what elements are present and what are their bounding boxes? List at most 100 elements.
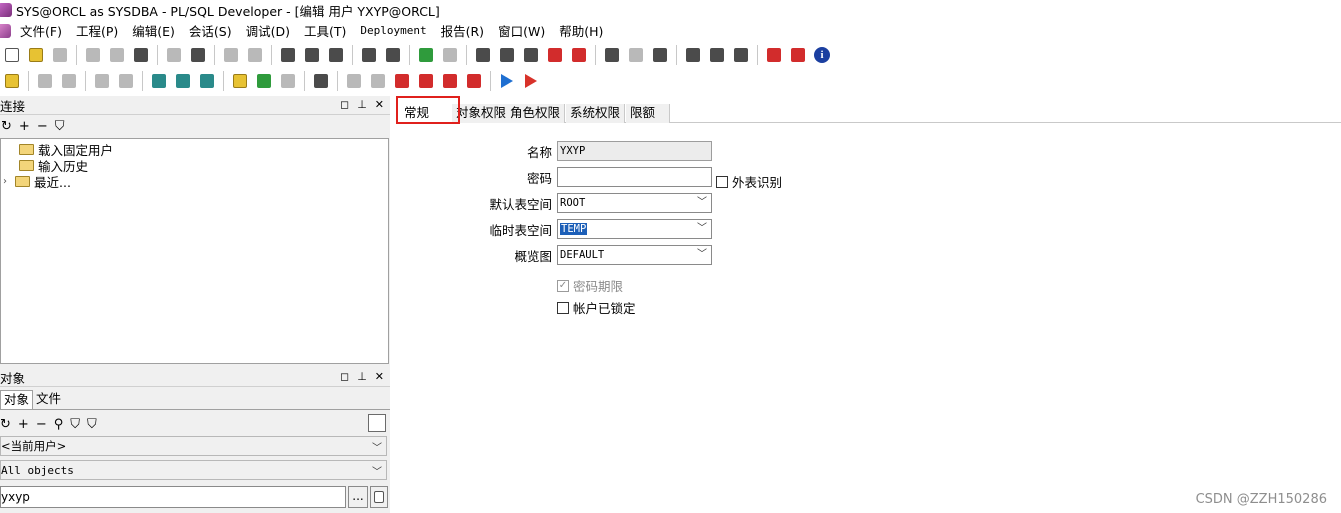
add-icon[interactable]: + (19, 119, 30, 134)
paste-icon[interactable] (325, 44, 347, 66)
tab-role-privileges[interactable]: 角色权限 (506, 104, 566, 123)
filter-edit-icon[interactable]: ⛉ (87, 417, 97, 432)
chevron-down-icon[interactable]: ﹀ (697, 194, 707, 212)
save-all-icon[interactable] (130, 44, 152, 66)
execute-icon[interactable] (58, 70, 80, 92)
wrench-icon[interactable] (310, 70, 332, 92)
replace-icon[interactable] (382, 44, 404, 66)
window-list-icon[interactable] (601, 44, 623, 66)
go-back-icon[interactable] (415, 44, 437, 66)
menu-help[interactable]: 帮助(H) (552, 21, 610, 40)
report-icon[interactable] (277, 70, 299, 92)
filter-icon[interactable]: ⛉ (55, 119, 65, 134)
bookmark-icon[interactable] (343, 70, 365, 92)
chevron-down-icon[interactable]: ﹀ (697, 246, 707, 264)
close-icon[interactable]: ✕ (375, 370, 384, 383)
menu-app-icon[interactable] (0, 23, 11, 38)
menu-debug[interactable]: 调试(D) (239, 21, 297, 40)
profile-select[interactable]: DEFAULT ﹀ (557, 245, 712, 265)
new-icon[interactable] (1, 44, 23, 66)
object-type-select[interactable]: All objects ﹀ (0, 460, 387, 480)
key-icon[interactable] (1, 70, 23, 92)
info-icon[interactable]: i (811, 44, 833, 66)
dock-icon[interactable]: ⊥ (357, 98, 367, 111)
rollback-icon[interactable] (115, 70, 137, 92)
dock-icon[interactable]: ⊥ (357, 370, 367, 383)
refresh-icon[interactable]: ↻ (1, 119, 12, 134)
menu-file[interactable]: 文件(F) (13, 21, 69, 40)
arrow-right-red-icon[interactable] (520, 70, 542, 92)
tree-item-recent[interactable]: › 最近... (3, 173, 71, 190)
chevron-down-icon[interactable]: ﹀ (697, 220, 707, 238)
db-refresh-icon[interactable] (196, 70, 218, 92)
toggle-box[interactable] (368, 414, 386, 432)
commit-icon[interactable] (91, 70, 113, 92)
find-icon[interactable]: ⚲ (54, 417, 64, 432)
menu-tools[interactable]: 工具(T) (297, 21, 353, 40)
tab-object-privileges[interactable]: 对象权限 (452, 104, 512, 123)
chevron-down-icon[interactable]: ﹀ (372, 463, 382, 478)
windows-icon[interactable] (682, 44, 704, 66)
unindent-icon[interactable] (520, 44, 542, 66)
default-tablespace-select[interactable]: ROOT ﹀ (557, 193, 712, 213)
remove-icon[interactable]: − (37, 119, 48, 134)
remove-icon[interactable]: − (36, 417, 47, 432)
menu-project[interactable]: 工程(P) (69, 21, 125, 40)
account-locked-checkbox[interactable]: 帐户已锁定 (557, 298, 636, 317)
uppercase-icon[interactable] (544, 44, 566, 66)
save-icon[interactable] (82, 44, 104, 66)
cascade-icon[interactable] (649, 44, 671, 66)
chevron-down-icon[interactable]: ﹀ (372, 439, 382, 454)
refresh-icon[interactable]: ↻ (0, 417, 11, 432)
go-forward-icon[interactable] (439, 44, 461, 66)
menu-session[interactable]: 会话(S) (182, 21, 239, 40)
comment-icon[interactable] (472, 44, 494, 66)
menu-window[interactable]: 窗口(W) (491, 21, 552, 40)
tile-icon[interactable] (625, 44, 647, 66)
cut-icon[interactable] (277, 44, 299, 66)
diamond-yellow-icon[interactable] (415, 70, 437, 92)
lowercase-icon[interactable] (568, 44, 590, 66)
expand-icon[interactable]: › (3, 176, 7, 187)
find-icon[interactable] (358, 44, 380, 66)
close-icon[interactable]: ✕ (375, 98, 384, 111)
more-button[interactable]: ... (348, 486, 368, 508)
copy-icon[interactable] (301, 44, 323, 66)
diamond-red-icon[interactable] (391, 70, 413, 92)
oracle-icon[interactable] (763, 44, 785, 66)
pdf-icon[interactable] (787, 44, 809, 66)
eraser-icon[interactable] (367, 70, 389, 92)
pin-icon[interactable]: ◻ (340, 98, 349, 111)
database-icon[interactable] (148, 70, 170, 92)
compile-icon[interactable] (34, 70, 56, 92)
filter-icon[interactable]: ⛉ (70, 417, 80, 432)
menu-edit[interactable]: 编辑(E) (125, 21, 182, 40)
checkbox-box[interactable]: ✓ (557, 279, 569, 292)
password-expire-checkbox[interactable]: ✓ 密码期限 (557, 276, 623, 295)
undo-icon[interactable] (220, 44, 242, 66)
explain-plan-icon[interactable] (229, 70, 251, 92)
sql-window-icon[interactable] (172, 70, 194, 92)
reopen-icon[interactable] (49, 44, 71, 66)
diamond-green-icon[interactable] (439, 70, 461, 92)
menu-deployment[interactable]: Deployment (353, 24, 433, 37)
indent-icon[interactable] (496, 44, 518, 66)
search-input[interactable]: yxyp (0, 486, 346, 508)
document-icon[interactable] (370, 486, 388, 508)
tab-files[interactable]: 文件 (33, 390, 64, 409)
external-checkbox[interactable]: 外表识别 (716, 172, 782, 191)
save-as-icon[interactable] (106, 44, 128, 66)
brush-icon[interactable] (463, 70, 485, 92)
arrow-right-blue-icon[interactable] (496, 70, 518, 92)
redo-icon[interactable] (244, 44, 266, 66)
open-icon[interactable] (25, 44, 47, 66)
user-select[interactable]: <当前用户> ﹀ (0, 436, 387, 456)
pin-icon[interactable]: ◻ (340, 370, 349, 383)
grid-icon[interactable] (706, 44, 728, 66)
password-field[interactable] (557, 167, 712, 187)
temp-tablespace-select[interactable]: TEMP ﹀ (557, 219, 712, 239)
split-icon[interactable] (730, 44, 752, 66)
tab-system-privileges[interactable]: 系统权限 (566, 104, 626, 123)
print-icon[interactable] (163, 44, 185, 66)
checkbox-box[interactable] (557, 301, 569, 314)
